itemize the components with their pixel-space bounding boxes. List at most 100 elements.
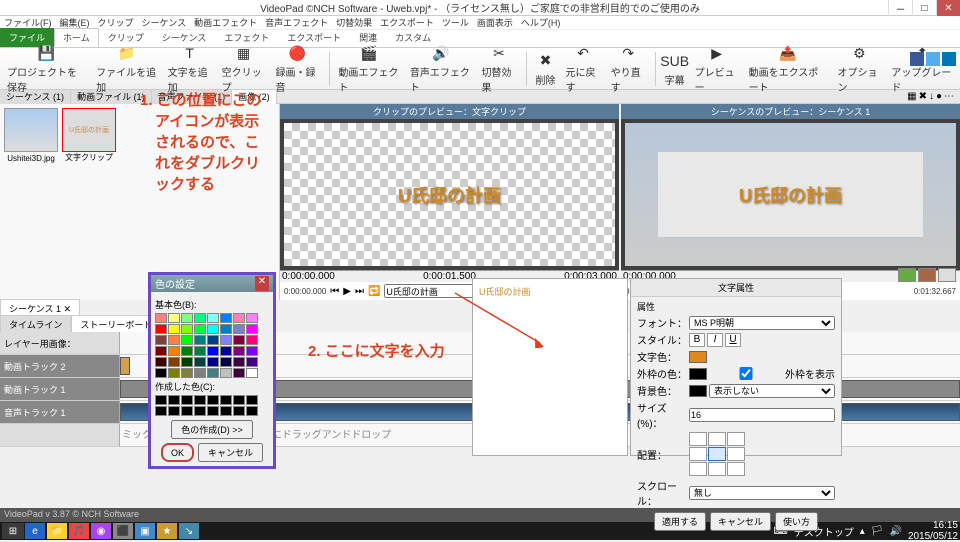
color-swatch[interactable] bbox=[181, 335, 193, 345]
custom-swatch[interactable] bbox=[220, 406, 232, 416]
align-mr[interactable] bbox=[727, 447, 745, 461]
custom-swatch[interactable] bbox=[194, 406, 206, 416]
ribbon-button[interactable]: ↶元に戻す bbox=[562, 42, 603, 95]
linkedin-icon[interactable] bbox=[942, 52, 956, 66]
ribbon-button[interactable]: ✖削除 bbox=[532, 50, 558, 88]
minimize-button[interactable]: － bbox=[888, 0, 912, 16]
color-swatch[interactable] bbox=[194, 346, 206, 356]
task-icon[interactable]: ↘ bbox=[179, 523, 199, 539]
vtrack2-header[interactable]: 動画トラック 2 bbox=[0, 355, 120, 377]
bg-color-swatch[interactable] bbox=[689, 385, 707, 397]
color-swatch[interactable] bbox=[155, 313, 167, 323]
color-swatch[interactable] bbox=[168, 357, 180, 367]
color-swatch[interactable] bbox=[220, 324, 232, 334]
ribbon-button[interactable]: ▦空クリップ bbox=[219, 42, 269, 95]
color-swatch[interactable] bbox=[233, 313, 245, 323]
color-swatch[interactable] bbox=[246, 368, 258, 378]
menu-item[interactable]: ヘルプ(H) bbox=[521, 16, 561, 29]
color-swatch[interactable] bbox=[181, 357, 193, 367]
ribbon-button[interactable]: 📁ファイルを追加 bbox=[93, 42, 161, 95]
scroll-select[interactable]: 無し bbox=[689, 486, 835, 500]
align-tl[interactable] bbox=[689, 432, 707, 446]
ribbon-button[interactable]: ⚙オプション bbox=[834, 42, 884, 95]
ribbon-button[interactable]: SUB字幕 bbox=[662, 50, 688, 88]
clip[interactable] bbox=[120, 357, 130, 375]
help-button[interactable]: 使い方 bbox=[775, 512, 818, 531]
bin-tool-icon[interactable]: ↓ bbox=[929, 91, 934, 102]
color-swatch[interactable] bbox=[233, 346, 245, 356]
color-swatch[interactable] bbox=[246, 346, 258, 356]
align-bc[interactable] bbox=[708, 462, 726, 476]
task-icon[interactable]: ⬛ bbox=[113, 523, 133, 539]
maximize-button[interactable]: □ bbox=[912, 0, 936, 16]
color-swatch[interactable] bbox=[233, 335, 245, 345]
custom-swatch[interactable] bbox=[246, 395, 258, 405]
custom-swatch[interactable] bbox=[181, 395, 193, 405]
play-start-icon[interactable]: ⏮ bbox=[330, 286, 339, 297]
thumbnail-image[interactable]: Ushitei3D.jpg bbox=[4, 108, 58, 152]
ribbon-button[interactable]: 🎬動画エフェクト bbox=[335, 42, 403, 95]
color-swatch[interactable] bbox=[207, 357, 219, 367]
color-swatch[interactable] bbox=[220, 335, 232, 345]
task-icon[interactable]: e bbox=[25, 523, 45, 539]
color-swatch[interactable] bbox=[246, 335, 258, 345]
color-swatch[interactable] bbox=[155, 324, 167, 334]
color-swatch[interactable] bbox=[168, 335, 180, 345]
color-swatch[interactable] bbox=[181, 368, 193, 378]
bin-tool-icon[interactable]: ✖ bbox=[919, 91, 927, 102]
task-icon[interactable]: ★ bbox=[157, 523, 177, 539]
color-swatch[interactable] bbox=[246, 313, 258, 323]
color-swatch[interactable] bbox=[194, 357, 206, 367]
custom-swatch[interactable] bbox=[155, 406, 167, 416]
layout-button[interactable] bbox=[918, 268, 936, 282]
menu-item[interactable]: ツール bbox=[442, 16, 469, 29]
tray-icon[interactable]: 🔊 bbox=[889, 526, 901, 537]
color-swatch[interactable] bbox=[181, 313, 193, 323]
custom-swatch[interactable] bbox=[233, 406, 245, 416]
color-swatch[interactable] bbox=[207, 346, 219, 356]
timeline-tab[interactable]: タイムライン bbox=[0, 315, 71, 334]
color-swatch[interactable] bbox=[220, 346, 232, 356]
ribbon-button[interactable]: ▶プレビュー bbox=[692, 42, 742, 95]
color-swatch[interactable] bbox=[181, 346, 193, 356]
twitter-icon[interactable] bbox=[926, 52, 940, 66]
bin-tool-icon[interactable]: ● bbox=[936, 91, 942, 102]
color-swatch[interactable] bbox=[194, 368, 206, 378]
bg-select[interactable]: 表示しない bbox=[709, 384, 835, 398]
color-swatch[interactable] bbox=[194, 313, 206, 323]
thumbnail-text-clip[interactable]: U氏邸の計画 文字クリップ bbox=[62, 108, 116, 152]
color-swatch[interactable] bbox=[207, 324, 219, 334]
bin-tool-icon[interactable]: ▦ bbox=[907, 91, 916, 102]
ribbon-button[interactable]: T文字を追加 bbox=[165, 42, 215, 95]
color-swatch[interactable] bbox=[233, 324, 245, 334]
align-bl[interactable] bbox=[689, 462, 707, 476]
custom-swatch[interactable] bbox=[207, 406, 219, 416]
close-icon[interactable]: ✕ bbox=[255, 276, 269, 291]
color-swatch[interactable] bbox=[155, 357, 167, 367]
align-tc[interactable] bbox=[708, 432, 726, 446]
custom-swatch[interactable] bbox=[168, 395, 180, 405]
color-swatch[interactable] bbox=[168, 346, 180, 356]
ribbon-button[interactable]: ✂切替効果 bbox=[478, 42, 519, 95]
ribbon-button[interactable]: ⬆アップグレード bbox=[888, 42, 956, 95]
align-tr[interactable] bbox=[727, 432, 745, 446]
align-ml[interactable] bbox=[689, 447, 707, 461]
color-swatch[interactable] bbox=[168, 324, 180, 334]
size-input[interactable] bbox=[689, 408, 835, 422]
color-swatch[interactable] bbox=[194, 324, 206, 334]
custom-swatch[interactable] bbox=[155, 395, 167, 405]
italic-button[interactable]: I bbox=[707, 333, 723, 347]
color-swatch[interactable] bbox=[207, 368, 219, 378]
align-br[interactable] bbox=[727, 462, 745, 476]
vtrack1-header[interactable]: 動画トラック 1 bbox=[0, 378, 120, 400]
border-color-swatch[interactable] bbox=[689, 368, 707, 380]
color-swatch[interactable] bbox=[155, 335, 167, 345]
underline-button[interactable]: U bbox=[725, 333, 741, 347]
color-swatch[interactable] bbox=[246, 324, 258, 334]
align-mc[interactable] bbox=[708, 447, 726, 461]
color-swatch[interactable] bbox=[220, 357, 232, 367]
color-swatch[interactable] bbox=[220, 368, 232, 378]
play-icon[interactable]: ▶ bbox=[343, 286, 351, 297]
ribbon-button[interactable]: 📤動画をエクスポート bbox=[746, 42, 831, 95]
ribbon-button[interactable]: ↷やり直す bbox=[608, 42, 649, 95]
